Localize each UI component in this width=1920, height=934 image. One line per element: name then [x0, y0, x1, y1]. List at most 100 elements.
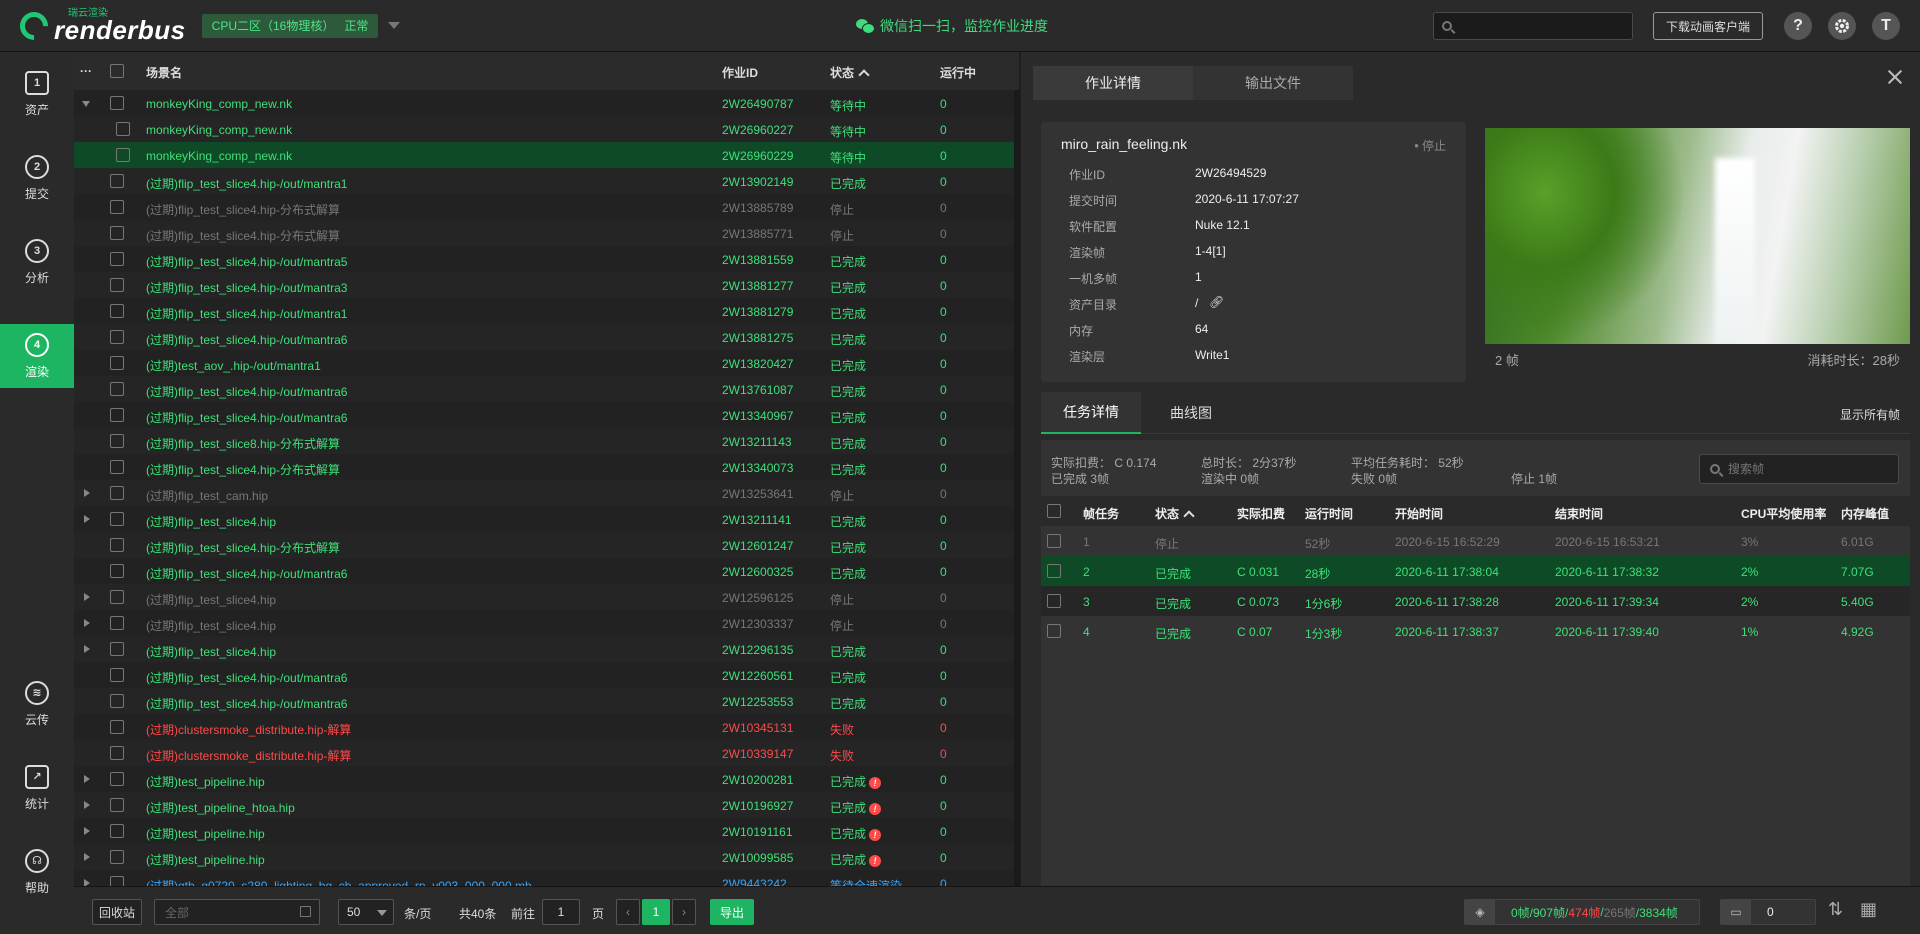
frame-checkbox[interactable] — [1047, 624, 1061, 638]
frame-row[interactable]: 1 停止 52秒 2020-6-15 16:52:29 2020-6-15 16:53:… — [1041, 526, 1910, 556]
table-row[interactable]: (过期)test_aov_.hip-/out/mantra1 2W13820427… — [74, 350, 1019, 376]
frame-search-input[interactable] — [1728, 462, 1888, 476]
table-row[interactable]: (过期)flip_test_slice4.hip-/out/mantra5 2W1… — [74, 246, 1019, 272]
frame-checkbox[interactable] — [1047, 534, 1061, 548]
row-checkbox[interactable] — [110, 304, 124, 318]
table-row[interactable]: (过期)flip_test_slice4.hip-分布式解算 2W13340073… — [74, 454, 1019, 480]
table-row[interactable]: monkeyKing_comp_new.nk 2W26960229 等待中 0 — [74, 142, 1019, 168]
table-row[interactable]: (过期)flip_test_slice4.hip-/out/mantra6 2W1… — [74, 688, 1019, 714]
row-checkbox[interactable] — [110, 720, 124, 734]
table-row[interactable]: (过期)flip_test_slice4.hip-/out/mantra3 2W1… — [74, 272, 1019, 298]
show-all-frames-link[interactable]: 显示所有帧 — [1840, 406, 1900, 423]
table-row[interactable]: (过期)flip_test_slice4.hip-/out/mantra6 2W1… — [74, 662, 1019, 688]
page-size-select[interactable]: 50 — [338, 899, 394, 925]
sort-asc-icon[interactable] — [858, 69, 870, 81]
row-checkbox[interactable] — [110, 512, 124, 526]
row-checkbox[interactable] — [110, 564, 124, 578]
frame-search[interactable] — [1699, 454, 1899, 484]
col-frame-status[interactable]: 状态 — [1155, 505, 1195, 522]
row-checkbox[interactable] — [116, 122, 130, 136]
row-checkbox[interactable] — [110, 460, 124, 474]
chevron-right-icon[interactable] — [84, 515, 90, 523]
tab-output-files[interactable]: 输出文件 — [1193, 66, 1353, 100]
chevron-right-icon[interactable] — [84, 853, 90, 861]
nav-cloud-transfer[interactable]: ≋ 云传 — [0, 672, 74, 736]
row-checkbox[interactable] — [110, 642, 124, 656]
sort-transfer-icon[interactable]: ⇅ — [1828, 899, 1843, 920]
row-checkbox[interactable] — [110, 746, 124, 760]
date-filter-input[interactable]: 全部 — [154, 899, 320, 925]
row-checkbox[interactable] — [110, 382, 124, 396]
warning-icon[interactable]: ! — [869, 803, 882, 815]
goto-page-input[interactable]: 1 — [542, 899, 580, 925]
row-checkbox[interactable] — [110, 486, 124, 500]
chevron-right-icon[interactable] — [84, 619, 90, 627]
table-row[interactable]: (过期)flip_test_slice8.hip-分布式解算 2W13211143… — [74, 428, 1019, 454]
user-avatar[interactable]: T — [1872, 12, 1900, 40]
row-checkbox[interactable] — [110, 356, 124, 370]
warning-icon[interactable]: ! — [869, 829, 882, 841]
table-row[interactable]: (过期)clustersmoke_distribute.hip-解算 2W1033… — [74, 740, 1019, 766]
tab-job-detail[interactable]: 作业详情 — [1033, 66, 1193, 100]
table-row[interactable]: (过期)gtb_g0720_s280_lighting_bg_cb_approv… — [74, 870, 1019, 886]
nav-statistics[interactable]: ↗ 统计 — [0, 756, 74, 820]
frame-stats[interactable]: ◈ 0帧/907帧/ 474帧 / 265帧 /3834帧 — [1464, 899, 1700, 925]
nav-help[interactable]: ☊ 帮助 — [0, 840, 74, 904]
chevron-right-icon[interactable] — [84, 489, 90, 497]
row-checkbox[interactable] — [110, 434, 124, 448]
zone-selector[interactable]: CPU二区（16物理核） 正常 — [201, 13, 379, 38]
help-icon[interactable]: ? — [1784, 12, 1812, 40]
table-row[interactable]: (过期)test_pipeline.hip 2W10200281 已完成! 0 — [74, 766, 1019, 792]
header-search[interactable] — [1433, 12, 1633, 40]
table-row[interactable]: (过期)flip_test_slice4.hip 2W12596125 停止 0 — [74, 584, 1019, 610]
prev-page-button[interactable]: ‹ — [616, 899, 640, 925]
row-checkbox[interactable] — [110, 408, 124, 422]
zone-dropdown-icon[interactable] — [388, 22, 401, 29]
calendar-icon[interactable] — [300, 906, 311, 917]
row-checkbox[interactable] — [110, 538, 124, 552]
current-page-button[interactable]: 1 — [642, 899, 670, 925]
frame-checkbox[interactable] — [1047, 594, 1061, 608]
table-row[interactable]: (过期)flip_test_slice4.hip-/out/mantra1 2W1… — [74, 168, 1019, 194]
table-row[interactable]: (过期)flip_test_slice4.hip-/out/mantra1 2W1… — [74, 298, 1019, 324]
table-row[interactable]: (过期)flip_test_slice4.hip-/out/mantra6 2W1… — [74, 324, 1019, 350]
row-checkbox[interactable] — [110, 226, 124, 240]
render-preview-thumbnail[interactable] — [1485, 128, 1910, 344]
nav-submit[interactable]: 2 提交 — [0, 146, 74, 210]
machine-count[interactable]: ▭ 0 — [1720, 899, 1816, 925]
row-checkbox[interactable] — [110, 330, 124, 344]
frame-row[interactable]: 4 已完成 C 0.07 1分3秒 2020-6-11 17:38:37 2020-6-1… — [1041, 616, 1910, 646]
recycle-bin-button[interactable]: 回收站 — [92, 899, 142, 925]
row-checkbox[interactable] — [110, 96, 124, 110]
chevron-right-icon[interactable] — [84, 593, 90, 601]
export-button[interactable]: 导出 — [710, 899, 754, 925]
frame-row[interactable]: 3 已完成 C 0.073 1分6秒 2020-6-11 17:38:28 2020-6-… — [1041, 586, 1910, 616]
row-checkbox[interactable] — [110, 850, 124, 864]
link-icon[interactable]: 🔗︎ — [1209, 295, 1224, 309]
download-client-button[interactable]: 下载动画客户端 — [1653, 12, 1763, 40]
chevron-right-icon[interactable] — [84, 775, 90, 783]
table-row[interactable]: (过期)flip_test_slice4.hip 2W13211141 已完成 0 — [74, 506, 1019, 532]
nav-analyze[interactable]: 3 分析 — [0, 230, 74, 294]
chevron-down-icon[interactable] — [82, 101, 90, 107]
row-checkbox[interactable] — [110, 616, 124, 630]
frame-row[interactable]: 2 已完成 C 0.031 28秒 2020-6-11 17:38:04 2020-6-1… — [1041, 556, 1910, 586]
chevron-right-icon[interactable] — [84, 879, 90, 886]
warning-icon[interactable]: ! — [869, 855, 882, 867]
row-checkbox[interactable] — [110, 772, 124, 786]
row-checkbox[interactable] — [110, 694, 124, 708]
table-row[interactable]: (过期)flip_test_slice4.hip-/out/mantra6 2W1… — [74, 558, 1019, 584]
nav-assets[interactable]: 1 资产 — [0, 62, 74, 126]
tab-curve-chart[interactable]: 曲线图 — [1141, 392, 1241, 434]
renderbus-logo[interactable]: 瑞云渲染 renderbus — [14, 5, 186, 46]
chevron-right-icon[interactable] — [84, 645, 90, 653]
table-row[interactable]: monkeyKing_comp_new.nk 2W26960227 等待中 0 — [74, 116, 1019, 142]
table-row[interactable]: (过期)flip_test_cam.hip 2W13253641 停止 0 — [74, 480, 1019, 506]
table-row[interactable]: (过期)flip_test_slice4.hip-/out/mantra6 2W1… — [74, 402, 1019, 428]
chevron-right-icon[interactable] — [84, 827, 90, 835]
table-row[interactable]: monkeyKing_comp_new.nk 2W26490787 等待中 0 — [74, 90, 1019, 116]
table-row[interactable]: (过期)test_pipeline.hip 2W10099585 已完成! 0 — [74, 844, 1019, 870]
table-row[interactable]: (过期)test_pipeline_htoa.hip 2W10196927 已完成!… — [74, 792, 1019, 818]
row-checkbox[interactable] — [110, 252, 124, 266]
table-row[interactable]: (过期)flip_test_slice4.hip-分布式解算 2W12601247… — [74, 532, 1019, 558]
